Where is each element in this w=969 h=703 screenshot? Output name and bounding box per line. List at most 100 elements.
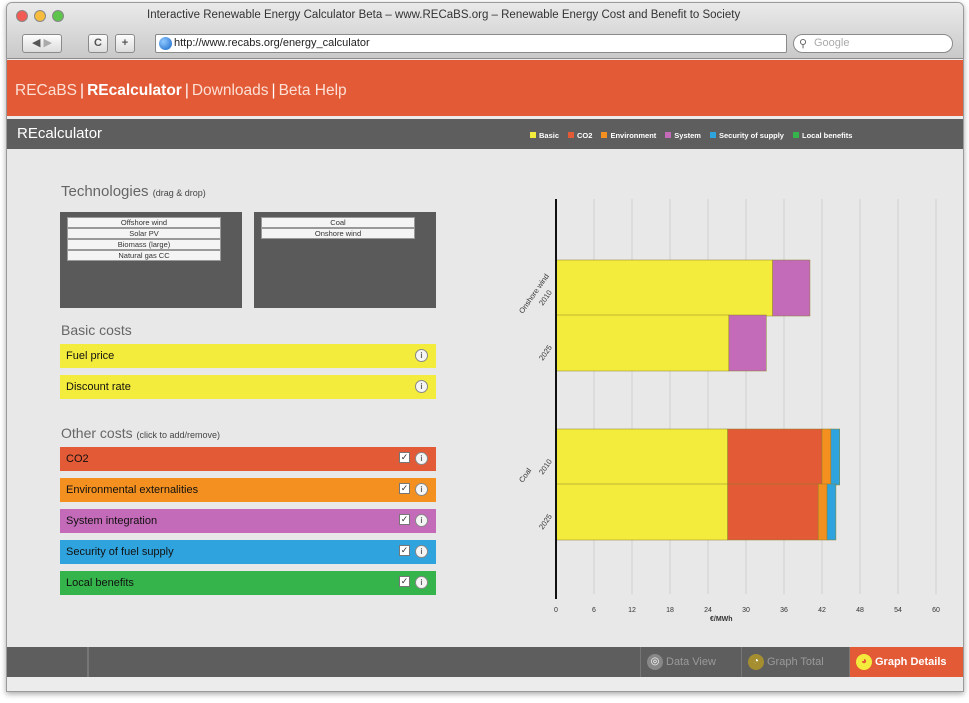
info-icon[interactable]: i	[415, 576, 428, 589]
legend-item-co2: CO2	[568, 130, 592, 140]
add-bookmark-button[interactable]: +	[115, 34, 135, 53]
close-window-icon[interactable]	[16, 10, 28, 22]
bar-segment-environment	[817, 483, 828, 541]
checkbox-icon[interactable]: ✓	[399, 483, 410, 494]
info-icon[interactable]: i	[415, 380, 428, 393]
technologies-heading: Technologies (drag & drop)	[61, 183, 206, 200]
tech-chip-offshore-wind[interactable]: Offshore wind	[67, 217, 221, 228]
legend-item-basic: Basic	[530, 130, 559, 140]
legend-item-environment: Environment	[601, 130, 656, 140]
legend-item-security: Security of supply	[709, 130, 784, 140]
x-tick-label: 60	[932, 607, 940, 614]
chart-legend: Basic CO2 Environment System Security of…	[530, 130, 852, 140]
graph-total-button[interactable]: ◔ Graph Total	[741, 647, 847, 677]
forward-icon[interactable]: ▶	[44, 37, 52, 49]
technologies-note: (drag & drop)	[152, 188, 206, 198]
cost-chart: 0 6 12 18 24 30 36 42 48 54 60 €/MWh 2010 2025 Onshore…	[477, 149, 963, 647]
selected-technologies-box[interactable]: Coal Onshore wind	[254, 212, 436, 308]
bar-segment-system	[772, 259, 811, 317]
graph-details-button[interactable]: ◕ Graph Details	[849, 647, 963, 677]
site-navbar: RECaBS | REcalculator | Downloads | Beta Help	[7, 60, 963, 116]
graph-details-icon: ◕	[856, 654, 872, 670]
x-tick-label: 48	[856, 607, 864, 614]
url-bar[interactable]: http://www.recabs.org/energy_calculator	[155, 34, 787, 53]
bar-segment-basic	[555, 314, 730, 372]
x-tick-label: 12	[628, 607, 636, 614]
bar-segment-basic	[555, 483, 728, 541]
window-title: Interactive Renewable Energy Calculator …	[147, 9, 741, 21]
bar-segment-basic	[555, 259, 773, 317]
zoom-window-icon[interactable]	[52, 10, 64, 22]
x-tick-label: 54	[894, 607, 902, 614]
nav-separator: |	[80, 82, 85, 99]
graph-total-icon: ◔	[748, 654, 764, 670]
data-view-button[interactable]: ◎ Data View	[640, 647, 738, 677]
other-costs-note: (click to add/remove)	[136, 430, 221, 440]
nav-separator: |	[271, 82, 276, 99]
other-cost-co2[interactable]: CO2 ✓ i	[60, 447, 436, 471]
checkbox-icon[interactable]: ✓	[399, 576, 410, 587]
search-icon: ⚲	[799, 38, 808, 50]
tech-chip-biomass[interactable]: Biomass (large)	[67, 239, 221, 250]
bar-segment-co2	[727, 428, 823, 486]
sub-header: REcalculator Basic CO2 Environment Syste…	[7, 119, 963, 149]
tech-chip-natural-gas[interactable]: Natural gas CC	[67, 250, 221, 261]
x-tick-label: 6	[592, 607, 596, 614]
local-label: Local benefits	[66, 577, 134, 589]
x-tick-label: 30	[742, 607, 750, 614]
basic-cost-fuel-price[interactable]: Fuel price i	[60, 344, 436, 368]
tech-chip-onshore-wind[interactable]: Onshore wind	[261, 228, 415, 239]
nav-link-downloads[interactable]: Downloads	[192, 82, 269, 99]
browser-window: Interactive Renewable Energy Calculator …	[6, 2, 964, 692]
bar-segment-security-of-supply	[830, 428, 840, 486]
data-view-icon: ◎	[647, 654, 663, 670]
tech-chip-coal[interactable]: Coal	[261, 217, 415, 228]
globe-icon	[159, 37, 172, 50]
main-content: Technologies (drag & drop) Offshore wind…	[7, 149, 963, 647]
bar-segment-system	[728, 314, 767, 372]
checkbox-icon[interactable]: ✓	[399, 452, 410, 463]
back-forward-button[interactable]: ◀ ▶	[22, 34, 62, 53]
other-cost-local[interactable]: Local benefits ✓ i	[60, 571, 436, 595]
reload-button[interactable]: C	[88, 34, 108, 53]
co2-label: CO2	[66, 453, 89, 465]
search-field[interactable]: ⚲ Google	[793, 34, 953, 53]
chart-svg	[555, 199, 937, 599]
x-tick-label: 0	[554, 607, 558, 614]
checkbox-icon[interactable]: ✓	[399, 545, 410, 556]
nav-link-beta-help[interactable]: Beta Help	[279, 82, 347, 99]
x-tick-label: 36	[780, 607, 788, 614]
info-icon[interactable]: i	[415, 483, 428, 496]
system-label: System integration	[66, 515, 158, 527]
other-cost-security[interactable]: Security of fuel supply ✓ i	[60, 540, 436, 564]
other-cost-system[interactable]: System integration ✓ i	[60, 509, 436, 533]
bar-segment-security-of-supply	[826, 483, 837, 541]
tech-chip-solar-pv[interactable]: Solar PV	[67, 228, 221, 239]
security-label: Security of fuel supply	[66, 546, 174, 558]
nav-link-recalculator[interactable]: REcalculator	[87, 82, 182, 99]
basic-cost-discount-rate[interactable]: Discount rate i	[60, 375, 436, 399]
x-tick-label: 24	[704, 607, 712, 614]
nav-link-recabs[interactable]: RECaBS	[15, 82, 77, 99]
info-icon[interactable]: i	[415, 452, 428, 465]
title-bar: Interactive Renewable Energy Calculator …	[7, 3, 963, 59]
legend-item-local: Local benefits	[792, 130, 852, 140]
info-icon[interactable]: i	[415, 514, 428, 527]
info-icon[interactable]: i	[415, 545, 428, 558]
minimize-window-icon[interactable]	[34, 10, 46, 22]
x-tick-label: 42	[818, 607, 826, 614]
info-icon[interactable]: i	[415, 349, 428, 362]
checkbox-icon[interactable]: ✓	[399, 514, 410, 525]
other-cost-environmental[interactable]: Environmental externalities ✓ i	[60, 478, 436, 502]
bar-segment-environment	[821, 428, 832, 486]
legend-item-system: System	[665, 130, 701, 140]
x-axis-label: €/MWh	[710, 616, 733, 623]
search-placeholder[interactable]: Google	[814, 37, 849, 49]
url-text[interactable]: http://www.recabs.org/energy_calculator	[174, 37, 370, 49]
available-technologies-box[interactable]: Offshore wind Solar PV Biomass (large) N…	[60, 212, 242, 308]
bar-segment-co2	[727, 483, 819, 541]
bottom-toolbar: ◎ Data View ◔ Graph Total ◕ Graph Details	[7, 647, 963, 677]
environmental-label: Environmental externalities	[66, 484, 199, 496]
back-icon[interactable]: ◀	[32, 37, 40, 49]
page-title: REcalculator	[17, 125, 103, 142]
